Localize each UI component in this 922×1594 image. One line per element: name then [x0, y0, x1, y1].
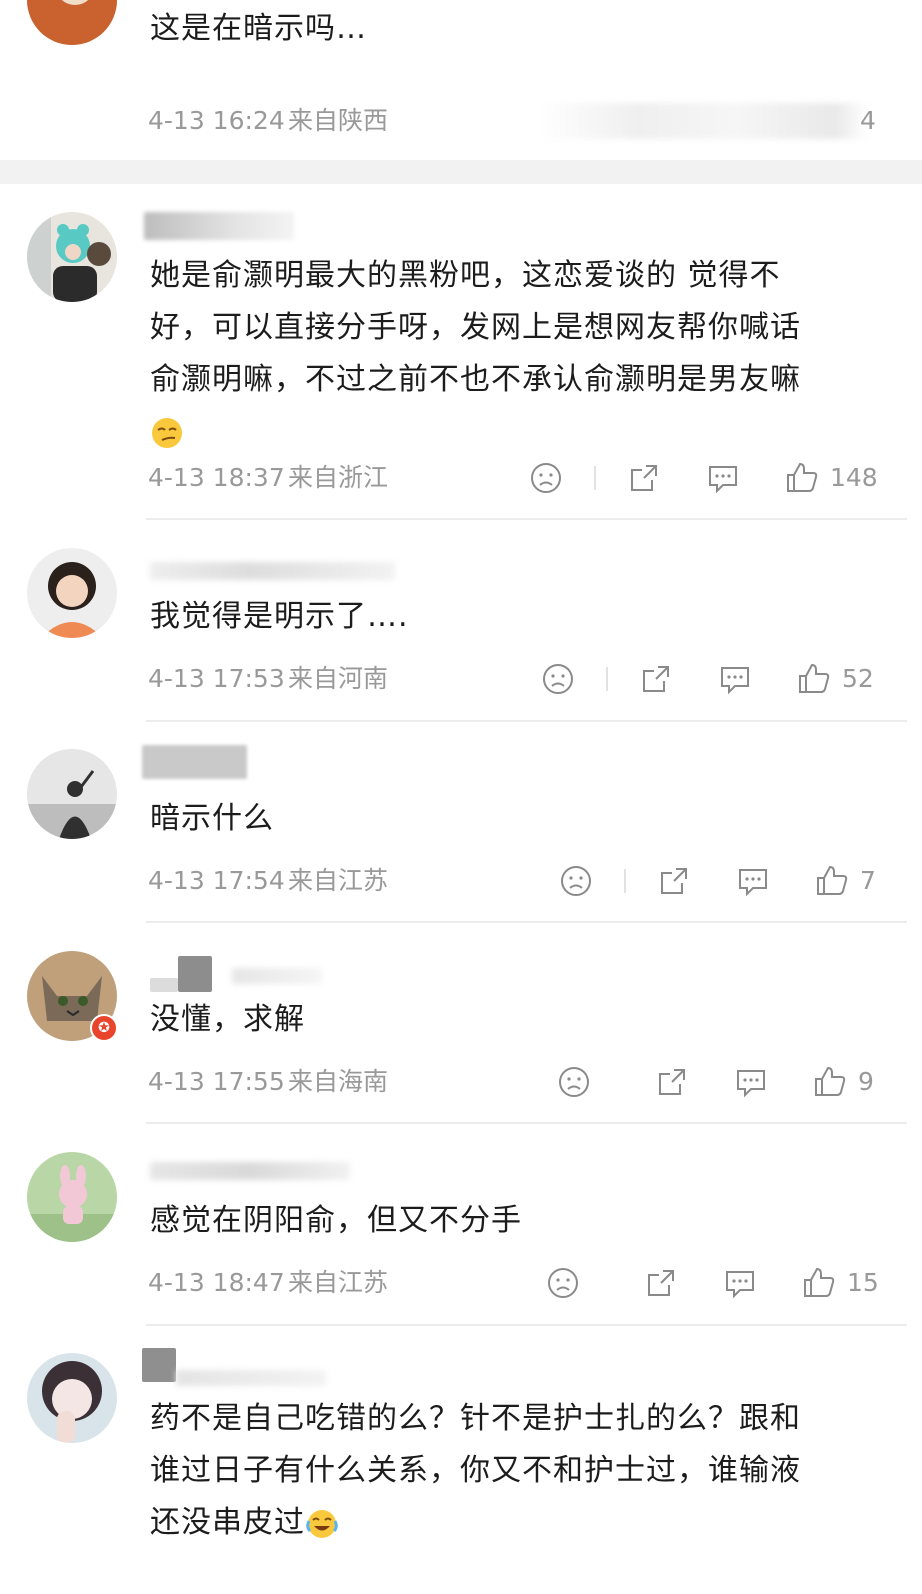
avatar[interactable] — [27, 1152, 117, 1242]
comment-line: 谁过日子有什么关系，你又不和护士过，谁输液 — [150, 1453, 801, 1488]
share-icon — [631, 465, 657, 491]
share-button[interactable] — [654, 1062, 690, 1102]
comment-meta: 4-13 17:55 来自海南 9 — [148, 1062, 888, 1102]
comment-text: 她是俞灏明最大的黑粉吧，这恋爱谈的 觉得不 好，可以直接分手呀，发网上是想网友帮… — [150, 250, 885, 458]
comment-bubble-icon — [739, 869, 767, 897]
comment-button[interactable] — [735, 861, 771, 901]
thumbs-up-icon — [817, 865, 848, 895]
section-separator — [0, 160, 922, 184]
share-icon — [661, 868, 687, 894]
comment-date: 4-13 17:55 — [148, 1067, 285, 1096]
comment-line: 她是俞灏明最大的黑粉吧，这恋爱谈的 觉得不 — [150, 258, 781, 293]
sad-face-icon — [548, 1268, 578, 1298]
comment-bubble-icon — [709, 466, 737, 494]
comment-divider — [146, 921, 907, 923]
sad-face-icon — [543, 664, 573, 694]
comment-location: 来自海南 — [288, 1067, 389, 1096]
action-divider — [606, 667, 608, 691]
comment-divider — [146, 1122, 907, 1124]
like-count: 52 — [842, 664, 874, 693]
comment-meta: 4-13 18:37 来自浙江 148 — [148, 458, 888, 498]
comment-bubble-icon — [721, 667, 749, 695]
avatar[interactable] — [27, 212, 117, 302]
comment-meta: 4-13 18:47 来自江苏 15 — [148, 1263, 888, 1303]
comment-date: 4-13 18:37 — [148, 463, 285, 492]
dislike-button[interactable] — [556, 1062, 592, 1102]
like-count: 15 — [847, 1268, 879, 1297]
action-divider — [594, 466, 596, 490]
comment-line: 药不是自己吃错的么？针不是护士扎的么？跟和 — [150, 1401, 801, 1436]
comment-location: 来自江苏 — [288, 1268, 389, 1297]
comment-location: 来自江苏 — [288, 866, 389, 895]
like-button[interactable]: 7 — [814, 861, 876, 901]
comment-date: 4-13 18:47 — [148, 1268, 285, 1297]
comment-meta: 4-13 17:53 来自河南 52 — [148, 659, 888, 699]
comment-location: 来自浙江 — [288, 463, 389, 492]
comment-button[interactable] — [705, 458, 741, 498]
dislike-button[interactable] — [558, 861, 594, 901]
comment-text: 暗示什么 — [150, 801, 274, 836]
blurred-actions — [538, 103, 868, 139]
comment-line: 俞灏明嘛，不过之前不也不承认俞灏明是男友嘛 — [150, 362, 801, 397]
comment-location: 来自河南 — [288, 664, 389, 693]
like-count: 4 — [860, 106, 876, 135]
comment-date: 4-13 17:53 — [148, 664, 285, 693]
share-button[interactable] — [643, 1263, 679, 1303]
sad-face-icon — [531, 463, 561, 493]
thumbs-up-icon — [815, 1066, 846, 1096]
action-divider — [624, 869, 626, 893]
like-button[interactable]: 52 — [796, 659, 874, 699]
like-button[interactable]: 148 — [784, 458, 878, 498]
sad-face-icon — [561, 866, 591, 896]
avatar[interactable] — [27, 1353, 117, 1443]
like-count: 7 — [860, 866, 876, 895]
comment-line: 还没串皮过 — [150, 1505, 305, 1540]
comment-text: 感觉在阴阳俞，但又不分手 — [150, 1203, 522, 1238]
thumbs-up-icon — [804, 1267, 835, 1297]
like-count: 148 — [830, 463, 878, 492]
comment-meta: 4-13 16:24 来自陕西 4 — [148, 101, 888, 141]
share-button[interactable] — [656, 861, 692, 901]
comment-text: 这是在暗示吗… — [150, 11, 367, 46]
like-count: 9 — [858, 1067, 874, 1096]
comment-date: 4-13 16:24 — [148, 106, 285, 135]
comment-button[interactable] — [733, 1062, 769, 1102]
share-button[interactable] — [626, 458, 662, 498]
dislike-button[interactable] — [540, 659, 576, 699]
comment-button[interactable] — [722, 1263, 758, 1303]
thumbs-up-icon — [787, 462, 818, 492]
dislike-button[interactable] — [545, 1263, 581, 1303]
comment-text: 没懂，求解 — [150, 1002, 305, 1037]
laugh-cry-emoji — [306, 1509, 338, 1538]
avatar[interactable] — [27, 0, 117, 45]
thumbs-up-icon — [799, 663, 830, 693]
share-icon — [643, 666, 669, 692]
comment-divider — [146, 518, 907, 520]
like-button[interactable]: 15 — [801, 1263, 879, 1303]
share-icon — [648, 1270, 674, 1296]
smirk-emoji — [152, 417, 182, 448]
like-button[interactable]: 9 — [812, 1062, 874, 1102]
comment-divider — [146, 1324, 907, 1326]
comment-location: 来自陕西 — [288, 106, 389, 135]
comment-date: 4-13 17:54 — [148, 866, 285, 895]
share-button[interactable] — [638, 659, 674, 699]
comment-text: 药不是自己吃错的么？针不是护士扎的么？跟和 谁过日子有什么关系，你又不和护士过，… — [150, 1393, 885, 1549]
share-icon — [659, 1069, 685, 1095]
comment-line: 好，可以直接分手呀，发网上是想网友帮你喊话 — [150, 310, 801, 345]
dislike-button[interactable] — [528, 458, 564, 498]
comment-bubble-icon — [726, 1271, 754, 1299]
comment-bubble-icon — [737, 1070, 765, 1098]
comment-meta: 4-13 17:54 来自江苏 7 — [148, 861, 888, 901]
sad-face-icon — [559, 1067, 589, 1097]
comment-button[interactable] — [717, 659, 753, 699]
comment-divider — [146, 720, 907, 722]
verified-badge-icon: ✪ — [90, 1014, 118, 1042]
comment-text: 我觉得是明示了…. — [150, 599, 409, 634]
avatar[interactable] — [27, 548, 117, 638]
avatar[interactable] — [27, 749, 117, 839]
